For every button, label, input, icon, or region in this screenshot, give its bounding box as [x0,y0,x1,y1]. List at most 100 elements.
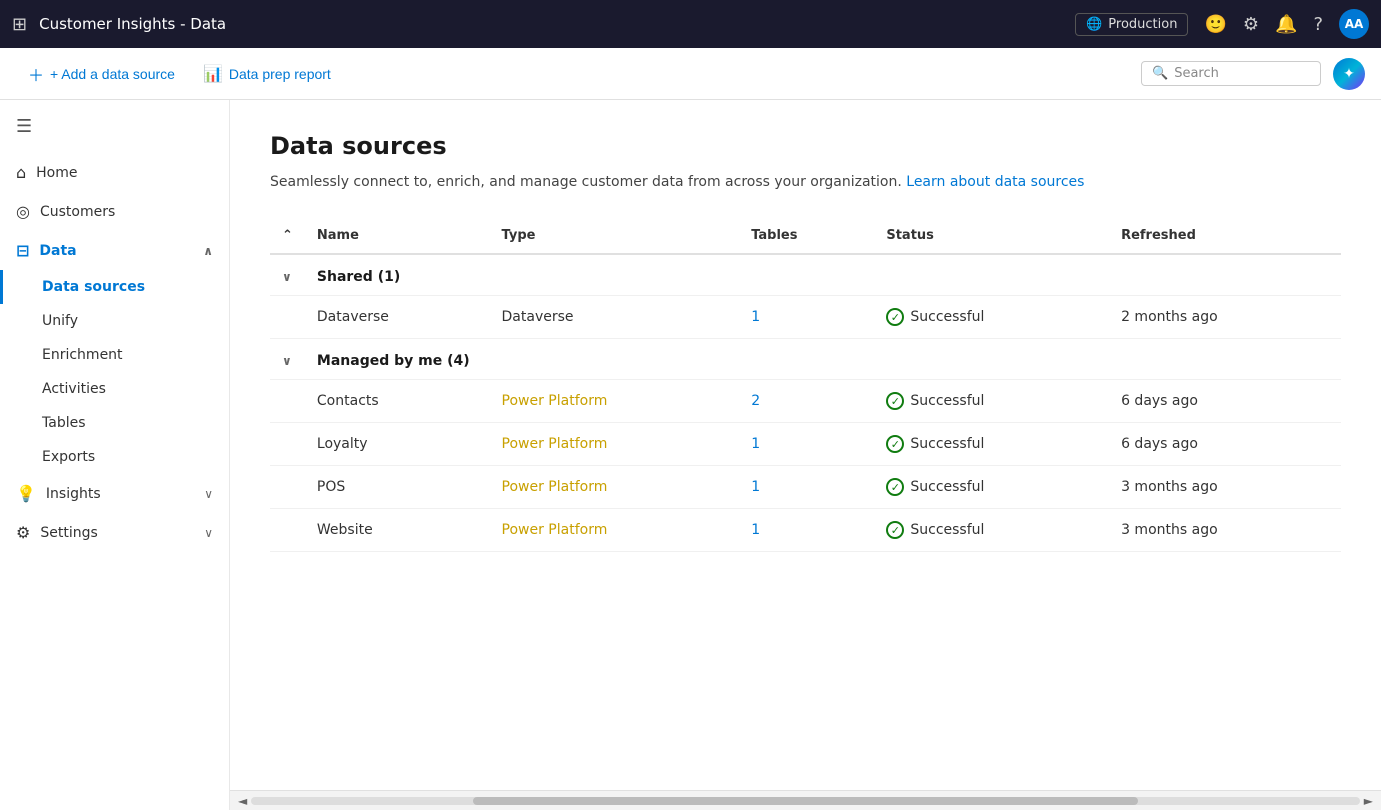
group-row-managed[interactable]: ∨ Managed by me (4) [270,339,1341,380]
source-tables: 2 [739,380,874,423]
insights-icon: 💡 [16,484,36,503]
main-content: Data sources Seamlessly connect to, enri… [230,100,1381,810]
avatar[interactable]: AA [1339,9,1369,39]
sidebar-item-exports[interactable]: Exports [0,440,229,474]
group-chevron[interactable]: ∨ [270,339,305,380]
status-text: Successful [910,522,984,538]
col-type[interactable]: Type [490,218,740,254]
scroll-thumb [473,797,1138,805]
smiley-icon[interactable]: 🙂 [1204,14,1226,35]
sidebar-item-tables[interactable]: Tables [0,406,229,440]
table-row[interactable]: Loyalty Power Platform 1 ✓ Successful 6 … [270,423,1341,466]
source-refreshed: 3 months ago [1109,509,1341,552]
gear-icon[interactable]: ⚙ [1243,14,1259,35]
report-icon: 📊 [203,64,223,84]
status-success-icon: ✓ [886,521,904,539]
source-status: ✓ Successful [874,423,1109,466]
tables-label: Tables [42,415,86,431]
topnav-right: 🌐 Production 🙂 ⚙ 🔔 ? AA [1075,9,1369,39]
settings-icon: ⚙ [16,523,30,542]
row-indent [270,423,305,466]
scroll-right-arrow[interactable]: ► [1364,794,1373,808]
source-refreshed: 2 months ago [1109,296,1341,339]
col-name[interactable]: Name [305,218,490,254]
grid-icon[interactable]: ⊞ [12,14,27,35]
scroll-left-arrow[interactable]: ◄ [238,794,247,808]
source-type: Power Platform [490,423,740,466]
source-refreshed: 3 months ago [1109,466,1341,509]
plus-icon: ＋ [28,62,44,86]
hamburger-menu[interactable]: ☰ [0,108,229,153]
chevron-down-icon-settings: ∨ [204,526,213,540]
source-status: ✓ Successful [874,466,1109,509]
search-box[interactable]: 🔍 Search [1141,61,1321,86]
sort-icon: ⌃ [282,228,293,243]
status-success-icon: ✓ [886,308,904,326]
group-label: Managed by me (4) [305,339,1341,380]
status-text: Successful [910,436,984,452]
source-name: Dataverse [305,296,490,339]
learn-link[interactable]: Learn about data sources [906,174,1084,190]
source-refreshed: 6 days ago [1109,380,1341,423]
source-tables: 1 [739,509,874,552]
source-name: Loyalty [305,423,490,466]
table-row[interactable]: Dataverse Dataverse 1 ✓ Successful 2 mon… [270,296,1341,339]
sidebar-insights-label: Insights [46,486,101,502]
sidebar-item-data-sources[interactable]: Data sources [0,270,229,304]
top-nav: ⊞ Customer Insights - Data 🌐 Production … [0,0,1381,48]
group-label: Shared (1) [305,254,1341,296]
col-status[interactable]: Status [874,218,1109,254]
source-type: Power Platform [490,466,740,509]
horizontal-scrollbar[interactable]: ◄ ► [230,790,1381,810]
status-text: Successful [910,393,984,409]
status-success-icon: ✓ [886,435,904,453]
status-text: Successful [910,479,984,495]
env-label: Production [1108,17,1177,32]
table-row[interactable]: Website Power Platform 1 ✓ Successful 3 … [270,509,1341,552]
sidebar-item-data[interactable]: ⊟ Data ∧ [0,231,229,270]
add-datasource-label: + Add a data source [50,66,175,82]
layout: ☰ ⌂ Home ◎ Customers ⊟ Data ∧ Data sourc… [0,100,1381,810]
data-prep-label: Data prep report [229,66,331,82]
source-status: ✓ Successful [874,296,1109,339]
table-row[interactable]: POS Power Platform 1 ✓ Successful 3 mont… [270,466,1341,509]
help-icon[interactable]: ? [1313,14,1323,35]
status-success-icon: ✓ [886,478,904,496]
data-prep-report-button[interactable]: 📊 Data prep report [191,58,343,90]
sidebar-item-activities[interactable]: Activities [0,372,229,406]
row-indent [270,380,305,423]
data-icon: ⊟ [16,241,29,260]
col-tables[interactable]: Tables [739,218,874,254]
sidebar-item-customers[interactable]: ◎ Customers [0,192,229,231]
source-name: POS [305,466,490,509]
sidebar-item-insights[interactable]: 💡 Insights ∨ [0,474,229,513]
app-title: Customer Insights - Data [39,15,1063,33]
customers-icon: ◎ [16,202,30,221]
sidebar-item-settings[interactable]: ⚙ Settings ∨ [0,513,229,552]
data-sources-table: ⌃ Name Type Tables Status Refreshed ∨ Sh… [270,218,1341,552]
scroll-track[interactable] [251,797,1360,805]
sidebar-item-home[interactable]: ⌂ Home [0,153,229,192]
environment-selector[interactable]: 🌐 Production [1075,13,1188,36]
col-sort[interactable]: ⌃ [270,218,305,254]
row-indent [270,296,305,339]
chevron-down-icon: ∨ [204,487,213,501]
search-placeholder: Search [1174,66,1219,81]
search-icon: 🔍 [1152,66,1168,81]
page-content: Data sources Seamlessly connect to, enri… [230,100,1381,790]
col-refreshed[interactable]: Refreshed [1109,218,1341,254]
sidebar-home-label: Home [36,165,77,181]
source-tables: 1 [739,296,874,339]
copilot-button[interactable]: ✦ [1333,58,1365,90]
bell-icon[interactable]: 🔔 [1275,14,1297,35]
sidebar-item-enrichment[interactable]: Enrichment [0,338,229,372]
group-row-shared[interactable]: ∨ Shared (1) [270,254,1341,296]
sidebar-customers-label: Customers [40,204,115,220]
chevron-up-icon: ∧ [203,244,213,258]
page-subtitle: Seamlessly connect to, enrich, and manag… [270,174,1341,190]
group-chevron[interactable]: ∨ [270,254,305,296]
table-row[interactable]: Contacts Power Platform 2 ✓ Successful 6… [270,380,1341,423]
source-tables: 1 [739,423,874,466]
add-datasource-button[interactable]: ＋ + Add a data source [16,56,187,92]
sidebar-item-unify[interactable]: Unify [0,304,229,338]
